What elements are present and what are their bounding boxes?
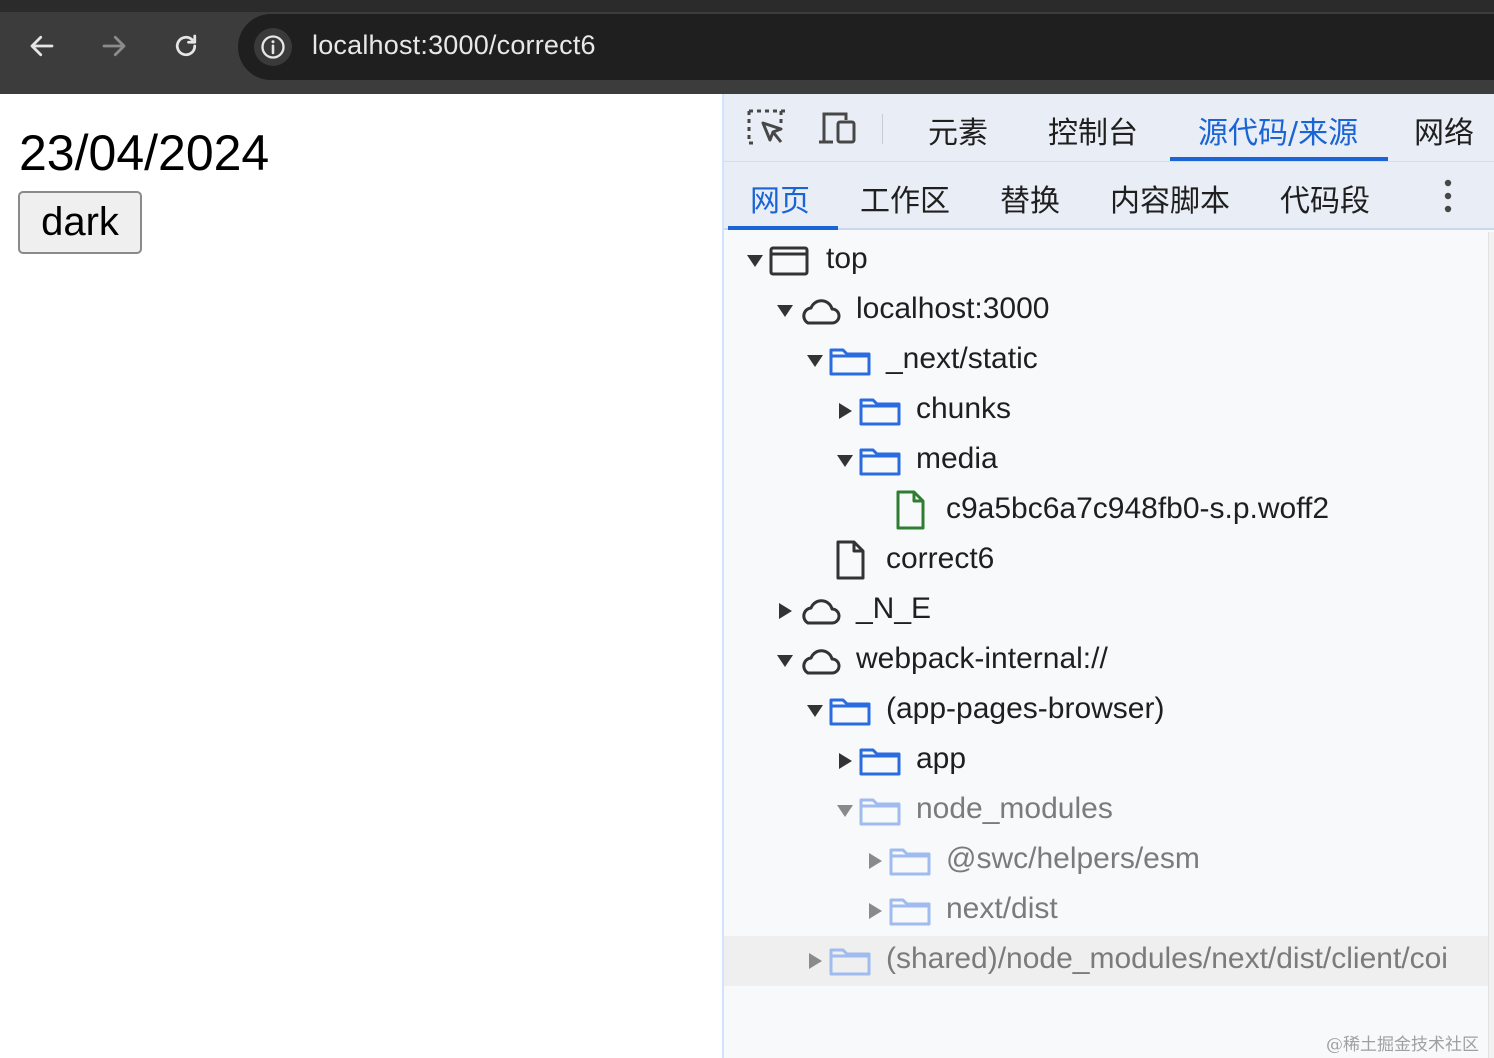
expanded-triangle-icon[interactable] xyxy=(806,353,824,369)
file-icon xyxy=(836,540,865,580)
url-text[interactable]: localhost:3000/correct6 xyxy=(312,30,596,61)
tab-strip xyxy=(0,0,1494,12)
active-subtab-indicator xyxy=(728,226,838,230)
tree-item-label: c9a5bc6a7c948fb0-s.p.woff2 xyxy=(946,492,1330,525)
tree-item-app-pages-browser[interactable]: (app-pages-browser) xyxy=(724,686,1488,736)
expanded-triangle-icon[interactable] xyxy=(836,803,854,819)
tree-item-label: media xyxy=(916,442,998,475)
active-tab-indicator xyxy=(1170,157,1388,161)
arrow-left-icon xyxy=(30,35,54,57)
reload-button[interactable] xyxy=(166,26,206,66)
sources-navigator-tabbar: 网页 工作区 替换 内容脚本 代码段 xyxy=(724,162,1494,230)
font-file-icon xyxy=(896,490,925,530)
tree-item-label: @swc/helpers/esm xyxy=(946,842,1200,875)
date-text: 23/04/2024 xyxy=(19,125,270,181)
subtab-content-scripts[interactable]: 内容脚本 xyxy=(1110,176,1230,220)
tree-item-label: app xyxy=(916,742,967,775)
address-bar[interactable]: localhost:3000/correct6 xyxy=(238,14,1494,80)
tree-item-label: chunks xyxy=(916,392,1012,425)
subtab-snippets[interactable]: 代码段 xyxy=(1280,176,1370,220)
folder-icon xyxy=(829,948,871,976)
tree-item-label: next/dist xyxy=(946,892,1058,925)
tree-item-correct6[interactable]: correct6 xyxy=(724,536,1488,586)
toolbar-separator xyxy=(882,114,883,144)
tree-item-chunks[interactable]: chunks xyxy=(724,386,1488,436)
page-viewport: 23/04/2024 dark xyxy=(0,94,722,1058)
tree-item-shared-client[interactable]: (shared)/node_modules/next/dist/client/c… xyxy=(724,936,1488,986)
tree-item-label: localhost:3000 xyxy=(856,292,1050,325)
tree-item-webpack-internal[interactable]: webpack-internal:// xyxy=(724,636,1488,686)
folder-icon xyxy=(889,848,931,876)
tree-item-label: (shared)/node_modules/next/dist/client/c… xyxy=(886,942,1448,975)
tab-console[interactable]: 控制台 xyxy=(1048,108,1138,152)
tree-item-top[interactable]: top xyxy=(724,236,1488,286)
tree-item-label: _next/static xyxy=(886,342,1038,375)
tree-item-font-file[interactable]: c9a5bc6a7c948fb0-s.p.woff2 xyxy=(724,486,1488,536)
devtools-panel: 元素 控制台 源代码/来源 网络 网页 工作区 替换 内容脚本 代码段 top … xyxy=(722,94,1494,1058)
tree-item-n-e[interactable]: _N_E xyxy=(724,586,1488,636)
tree-scrollbar[interactable] xyxy=(1488,232,1494,1058)
expanded-triangle-icon[interactable] xyxy=(776,303,794,319)
tree-item-localhost[interactable]: localhost:3000 xyxy=(724,286,1488,336)
tree-item-label: top xyxy=(826,242,868,275)
collapsed-triangle-icon[interactable] xyxy=(806,953,824,969)
collapsed-triangle-icon[interactable] xyxy=(776,603,794,619)
cloud-icon xyxy=(802,599,841,625)
inspect-element-icon[interactable] xyxy=(746,108,788,148)
subtab-workspace[interactable]: 工作区 xyxy=(860,176,950,220)
subtab-page[interactable]: 网页 xyxy=(750,176,810,220)
tree-item-app[interactable]: app xyxy=(724,736,1488,786)
file-tree: top localhost:3000 _next/static chunks m… xyxy=(724,232,1494,1058)
dark-button[interactable]: dark xyxy=(18,191,142,254)
tree-item-label: node_modules xyxy=(916,792,1113,825)
folder-icon xyxy=(889,898,931,926)
more-options-icon[interactable] xyxy=(1436,178,1460,214)
site-info-icon[interactable] xyxy=(254,28,292,66)
expanded-triangle-icon[interactable] xyxy=(746,253,764,269)
tab-elements[interactable]: 元素 xyxy=(928,108,988,152)
cloud-icon xyxy=(802,649,841,675)
devtools-main-tabbar: 元素 控制台 源代码/来源 网络 xyxy=(724,94,1494,162)
collapsed-triangle-icon[interactable] xyxy=(866,903,884,919)
tree-item-label: correct6 xyxy=(886,542,995,575)
folder-icon xyxy=(859,748,901,776)
folder-icon xyxy=(859,398,901,426)
tree-item-node-modules[interactable]: node_modules xyxy=(724,786,1488,836)
tree-item-media[interactable]: media xyxy=(724,436,1488,486)
collapsed-triangle-icon[interactable] xyxy=(836,753,854,769)
tree-item-label: webpack-internal:// xyxy=(856,642,1108,675)
folder-icon xyxy=(859,448,901,476)
expanded-triangle-icon[interactable] xyxy=(776,653,794,669)
collapsed-triangle-icon[interactable] xyxy=(866,853,884,869)
tree-item-next-dist[interactable]: next/dist xyxy=(724,886,1488,936)
tree-item-next-static[interactable]: _next/static xyxy=(724,336,1488,386)
back-button[interactable] xyxy=(22,26,62,66)
folder-icon xyxy=(829,348,871,376)
browser-toolbar: localhost:3000/correct6 xyxy=(0,0,1494,94)
tree-item-label: (app-pages-browser) xyxy=(886,692,1165,725)
folder-icon xyxy=(829,698,871,726)
watermark: @稀土掘金技术社区 xyxy=(1326,1035,1479,1055)
tree-item-label: _N_E xyxy=(856,592,932,625)
device-toolbar-icon[interactable] xyxy=(816,108,858,148)
tab-network[interactable]: 网络 xyxy=(1414,108,1474,152)
frame-icon xyxy=(769,246,809,276)
subtab-overrides[interactable]: 替换 xyxy=(1000,176,1060,220)
folder-icon xyxy=(859,798,901,826)
reload-icon xyxy=(175,34,197,57)
expanded-triangle-icon[interactable] xyxy=(836,453,854,469)
cloud-icon xyxy=(802,299,841,325)
arrow-right-icon xyxy=(102,35,126,57)
forward-button[interactable] xyxy=(94,26,134,66)
tree-item-swc-helpers[interactable]: @swc/helpers/esm xyxy=(724,836,1488,886)
tab-sources[interactable]: 源代码/来源 xyxy=(1198,108,1358,152)
expanded-triangle-icon[interactable] xyxy=(806,703,824,719)
collapsed-triangle-icon[interactable] xyxy=(836,403,854,419)
